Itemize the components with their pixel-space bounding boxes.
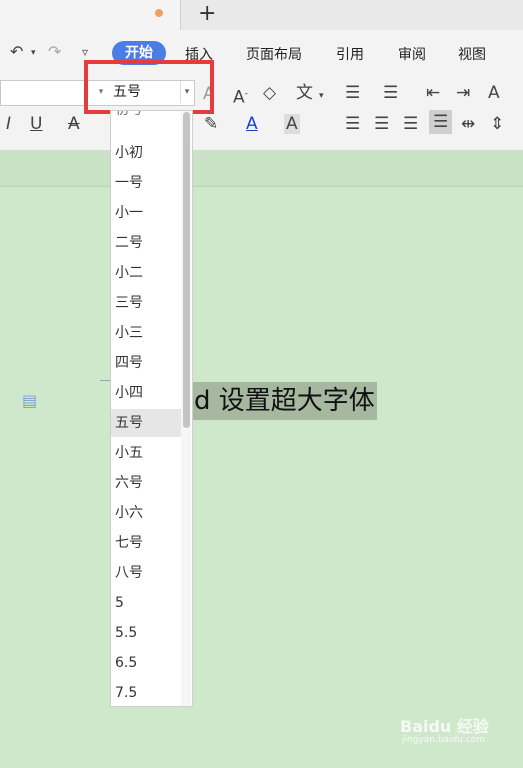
line-spacing-icon[interactable]: ⇕ <box>490 114 504 134</box>
dropdown-option[interactable]: 七号 <box>111 529 181 557</box>
dropdown-option-selected[interactable]: 五号 <box>111 409 181 437</box>
align-right-icon[interactable]: ☰ <box>403 114 418 134</box>
clear-format-icon[interactable]: ◇ <box>263 83 276 103</box>
undo-icon[interactable]: ↶ <box>10 42 23 61</box>
dropdown-option[interactable]: 小二 <box>111 259 181 287</box>
margin-mark <box>100 380 110 381</box>
strikethrough-icon[interactable]: A <box>68 114 80 134</box>
increase-indent-icon[interactable]: ⇥ <box>456 83 470 103</box>
ruler-band <box>0 150 523 187</box>
unsaved-dot-icon <box>155 9 163 17</box>
dropdown-option[interactable]: 7.5 <box>111 679 181 706</box>
dropdown-option[interactable]: 四号 <box>111 349 181 377</box>
decrease-font-icon[interactable]: A- <box>233 84 248 108</box>
dropdown-option[interactable]: 小四 <box>111 379 181 407</box>
font-color-icon[interactable]: A <box>246 114 258 134</box>
dropdown-option[interactable]: 小五 <box>111 439 181 467</box>
phonetic-guide-icon[interactable]: 文 <box>296 83 313 103</box>
text-direction-icon[interactable]: A <box>488 83 500 103</box>
align-left-icon[interactable]: ☰ <box>345 114 360 134</box>
align-center-icon[interactable]: ☰ <box>374 114 389 134</box>
tab-references[interactable]: 引用 <box>336 44 364 64</box>
dropdown-option[interactable]: 小一 <box>111 199 181 227</box>
document-text[interactable]: d 设置超大字体 <box>192 382 377 420</box>
customize-icon[interactable]: ▿ <box>82 45 88 59</box>
watermark-url: jingyan.baidu.com <box>402 735 486 745</box>
dropdown-option[interactable]: 5.5 <box>111 619 181 647</box>
new-tab-button[interactable]: + <box>198 2 216 26</box>
undo-dropdown-icon[interactable]: ▾ <box>31 48 36 58</box>
bullet-list-icon[interactable]: ☰ <box>345 83 360 103</box>
phonetic-dropdown-icon[interactable]: ▾ <box>319 86 324 106</box>
justify-icon[interactable]: ☰ <box>429 110 453 134</box>
redo-icon[interactable]: ↷ <box>48 42 61 61</box>
dropdown-option[interactable]: 小三 <box>111 319 181 347</box>
watermark-logo: Baidu 经验 <box>400 717 489 736</box>
dropdown-option[interactable]: 5 <box>111 589 181 617</box>
tab-page-layout[interactable]: 页面布局 <box>246 44 302 64</box>
underline-icon[interactable]: U <box>30 114 42 134</box>
document-tab[interactable] <box>0 0 181 30</box>
dropdown-option[interactable]: 二号 <box>111 229 181 257</box>
dropdown-option[interactable]: 一号 <box>111 169 181 197</box>
dropdown-option[interactable]: 6.5 <box>111 649 181 677</box>
highlight-box <box>84 60 214 114</box>
dropdown-option[interactable]: 三号 <box>111 289 181 317</box>
decrease-indent-icon[interactable]: ⇤ <box>426 83 440 103</box>
dropdown-option[interactable]: 六号 <box>111 469 181 497</box>
char-shading-icon[interactable]: A <box>284 114 300 134</box>
numbered-list-icon[interactable]: ☰ <box>383 83 398 103</box>
italic-icon[interactable]: I <box>6 114 11 134</box>
highlight-color-icon[interactable]: ✎ <box>204 114 218 134</box>
tab-review[interactable]: 审阅 <box>398 44 426 64</box>
dropdown-option[interactable]: 小初 <box>111 139 181 167</box>
dropdown-scroll-thumb[interactable] <box>183 112 190 428</box>
dropdown-option[interactable]: 小六 <box>111 499 181 527</box>
paragraph-layout-icon[interactable]: ▤ <box>22 391 37 410</box>
distribute-icon[interactable]: ⇹ <box>461 114 475 134</box>
dropdown-option[interactable]: 八号 <box>111 559 181 587</box>
dropdown-option-partial[interactable]: 初号 <box>111 111 181 124</box>
menu-bar: ↶ ▾ ↷ ▿ 开始 插入 页面布局 引用 审阅 视图 <box>0 38 523 70</box>
tab-view[interactable]: 视图 <box>458 44 486 64</box>
